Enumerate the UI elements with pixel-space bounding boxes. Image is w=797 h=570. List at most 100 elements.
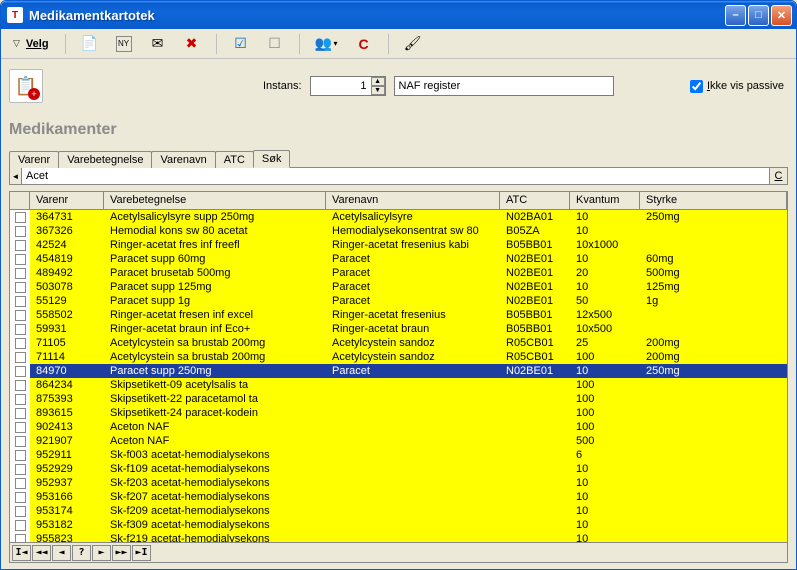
nav-last[interactable]: ►I (132, 545, 151, 561)
tab-varenr[interactable]: Varenr (9, 151, 59, 168)
table-row[interactable]: 71105Acetylcystein sa brustab 200mgAcety… (10, 336, 787, 350)
table-row[interactable]: 893615Skipsetikett-24 paracet-kodein100 (10, 406, 787, 420)
table-row[interactable]: 367326Hemodial kons sw 80 acetatHemodial… (10, 224, 787, 238)
toolbar-btn-mail[interactable]: ✉ (146, 34, 170, 54)
search-clear-button[interactable]: C (769, 168, 787, 184)
search-input[interactable] (22, 168, 769, 184)
table-row[interactable]: 84970Paracet supp 250mgParacetN02BE01102… (10, 364, 787, 378)
table-row[interactable]: 454819Paracet supp 60mgParacetN02BE01106… (10, 252, 787, 266)
tab-varenavn[interactable]: Varenavn (151, 151, 215, 168)
row-checkbox[interactable] (15, 394, 26, 405)
row-checkbox[interactable] (15, 338, 26, 349)
cell: 500mg (640, 266, 787, 280)
grid-body[interactable]: 364731Acetylsalicylsyre supp 250mgAcetyl… (10, 210, 787, 542)
toolbar-btn-checklist2[interactable]: ☐ (263, 34, 287, 54)
col-varebet[interactable]: Varebetegnelse (104, 192, 326, 209)
table-row[interactable]: 952929Sk-f109 acetat-hemodialysekons10 (10, 462, 787, 476)
col-varenavn[interactable]: Varenavn (326, 192, 500, 209)
toolbar-btn-delete[interactable]: ✖ (180, 34, 204, 54)
row-checkbox[interactable] (15, 534, 26, 543)
table-row[interactable]: 71114Acetylcystein sa brustab 200mgAcety… (10, 350, 787, 364)
nav-prev[interactable]: ◄ (52, 545, 71, 561)
table-row[interactable]: 558502Ringer-acetat fresen inf excelRing… (10, 308, 787, 322)
table-row[interactable]: 864234Skipsetikett-09 acetylsalis ta100 (10, 378, 787, 392)
row-checkbox[interactable] (15, 254, 26, 265)
table-row[interactable]: 489492Paracet brusetab 500mgParacetN02BE… (10, 266, 787, 280)
table-row[interactable]: 59931Ringer-acetat braun inf Eco+Ringer-… (10, 322, 787, 336)
cell (326, 518, 500, 532)
row-checkbox[interactable] (15, 268, 26, 279)
spin-up-button[interactable]: ▲ (371, 77, 385, 86)
row-checkbox[interactable] (15, 282, 26, 293)
col-varenr[interactable]: Varenr (30, 192, 104, 209)
instans-spinner[interactable]: ▲ ▼ (310, 76, 386, 96)
table-row[interactable]: 875393Skipsetikett-22 paracetamol ta100 (10, 392, 787, 406)
brush-icon: 🖌 (405, 36, 421, 52)
titlebar: T Medikamentkartotek – □ ✕ (1, 1, 796, 29)
table-row[interactable]: 953174Sk-f209 acetat-hemodialysekons10 (10, 504, 787, 518)
cell: 10 (570, 364, 640, 378)
table-row[interactable]: 953182Sk-f309 acetat-hemodialysekons10 (10, 518, 787, 532)
row-checkbox[interactable] (15, 296, 26, 307)
passive-checkbox-group[interactable]: Ikke vis passive (690, 80, 784, 93)
velg-menu[interactable]: ▽ Velg (9, 36, 53, 52)
row-checkbox[interactable] (15, 492, 26, 503)
row-checkbox[interactable] (15, 240, 26, 251)
row-checkbox[interactable] (15, 464, 26, 475)
row-checkbox-cell (10, 350, 30, 364)
passive-checkbox[interactable] (690, 80, 703, 93)
col-styrke[interactable]: Styrke (640, 192, 787, 209)
cell: 952911 (30, 448, 104, 462)
table-row[interactable]: 952937Sk-f203 acetat-hemodialysekons10 (10, 476, 787, 490)
row-checkbox[interactable] (15, 520, 26, 531)
col-kvantum[interactable]: Kvantum (570, 192, 640, 209)
spin-down-button[interactable]: ▼ (371, 86, 385, 95)
instans-input[interactable] (311, 80, 371, 92)
tab-sok[interactable]: Søk (253, 150, 291, 168)
cell: R05CB01 (500, 350, 570, 364)
minimize-button[interactable]: – (725, 5, 746, 26)
toolbar-btn-brush[interactable]: 🖌 (401, 34, 425, 54)
toolbar-btn-ny[interactable]: NY (112, 34, 136, 54)
toolbar-btn-checklist1[interactable]: ☑ (229, 34, 253, 54)
row-checkbox[interactable] (15, 506, 26, 517)
row-checkbox[interactable] (15, 226, 26, 237)
nav-next[interactable]: ► (92, 545, 111, 561)
row-checkbox[interactable] (15, 436, 26, 447)
table-row[interactable]: 55129Paracet supp 1gParacetN02BE01501g (10, 294, 787, 308)
row-checkbox[interactable] (15, 450, 26, 461)
row-checkbox[interactable] (15, 380, 26, 391)
nav-first[interactable]: I◄ (12, 545, 31, 561)
table-row[interactable]: 952911Sk-f003 acetat-hemodialysekons6 (10, 448, 787, 462)
nav-prev-page[interactable]: ◄◄ (32, 545, 51, 561)
row-checkbox[interactable] (15, 352, 26, 363)
toolbar-btn-c[interactable]: C (352, 34, 376, 54)
nav-help[interactable]: ? (72, 545, 91, 561)
close-button[interactable]: ✕ (771, 5, 792, 26)
toolbar-btn-people[interactable]: 👥▾ (312, 34, 342, 54)
table-row[interactable]: 503078Paracet supp 125mgParacetN02BE0110… (10, 280, 787, 294)
table-row[interactable]: 921907Aceton NAF500 (10, 434, 787, 448)
row-checkbox[interactable] (15, 324, 26, 335)
register-input[interactable] (394, 76, 614, 96)
row-checkbox[interactable] (15, 408, 26, 419)
passive-label: Ikke vis passive (707, 80, 784, 92)
table-row[interactable]: 364731Acetylsalicylsyre supp 250mgAcetyl… (10, 210, 787, 224)
tab-varebet[interactable]: Varebetegnelse (58, 151, 152, 168)
nav-next-page[interactable]: ►► (112, 545, 131, 561)
table-row[interactable]: 953166Sk-f207 acetat-hemodialysekons10 (10, 490, 787, 504)
row-checkbox[interactable] (15, 212, 26, 223)
col-atc[interactable]: ATC (500, 192, 570, 209)
row-checkbox[interactable] (15, 478, 26, 489)
table-row[interactable]: 42524Ringer-acetat fres inf freeflRinger… (10, 238, 787, 252)
row-checkbox[interactable] (15, 366, 26, 377)
table-row[interactable]: 902413Aceton NAF100 (10, 420, 787, 434)
row-checkbox[interactable] (15, 422, 26, 433)
row-checkbox[interactable] (15, 310, 26, 321)
cell: 42524 (30, 238, 104, 252)
maximize-button[interactable]: □ (748, 5, 769, 26)
col-check[interactable] (10, 192, 30, 209)
table-row[interactable]: 955823Sk-f219 acetat-hemodialysekons10 (10, 532, 787, 542)
toolbar-btn-export[interactable]: 📄 (78, 34, 102, 54)
tab-atc[interactable]: ATC (215, 151, 254, 168)
